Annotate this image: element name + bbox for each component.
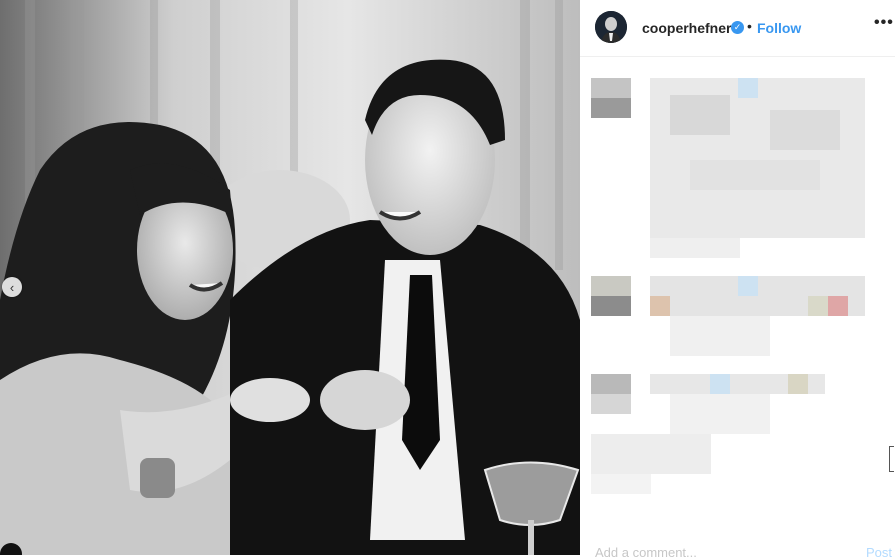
pixel-block xyxy=(828,296,848,316)
post-comment-button[interactable]: Post xyxy=(866,545,892,560)
pixel-block xyxy=(591,374,631,394)
pixel-block xyxy=(690,160,820,190)
pixel-block xyxy=(591,474,651,494)
avatar[interactable] xyxy=(595,11,627,43)
pixel-block xyxy=(670,316,770,356)
pixel-block xyxy=(770,110,840,150)
post-header: cooperhefner ✓ • Follow ••• xyxy=(580,0,895,57)
pixel-block xyxy=(591,296,631,316)
pixel-block xyxy=(650,296,670,316)
post-side-panel: cooperhefner ✓ • Follow ••• Add a commen… xyxy=(580,0,895,560)
pixel-block xyxy=(670,394,770,434)
photo-image xyxy=(0,0,580,555)
verified-badge-icon: ✓ xyxy=(731,21,744,34)
scrollbar-marker[interactable] xyxy=(889,446,894,472)
add-comment-input[interactable]: Add a comment... xyxy=(595,545,697,560)
more-options-icon[interactable]: ••• xyxy=(874,14,894,32)
username-link[interactable]: cooperhefner xyxy=(642,20,731,36)
pixel-block xyxy=(591,434,711,474)
post-photo[interactable]: ‹ xyxy=(0,0,580,555)
pixel-block xyxy=(738,78,758,98)
chevron-left-icon: ‹ xyxy=(9,279,15,295)
avatar-image xyxy=(595,11,627,43)
pixel-block xyxy=(710,374,730,394)
pixel-block xyxy=(808,296,828,316)
pixel-block xyxy=(591,98,631,118)
previous-photo-button[interactable]: ‹ xyxy=(2,277,22,297)
separator-dot: • xyxy=(747,18,752,34)
pixel-block xyxy=(650,238,740,258)
pixel-block xyxy=(591,394,631,414)
follow-button[interactable]: Follow xyxy=(757,20,801,36)
pixel-block xyxy=(788,374,808,394)
pixel-block xyxy=(738,276,758,296)
pixel-block xyxy=(670,95,730,135)
